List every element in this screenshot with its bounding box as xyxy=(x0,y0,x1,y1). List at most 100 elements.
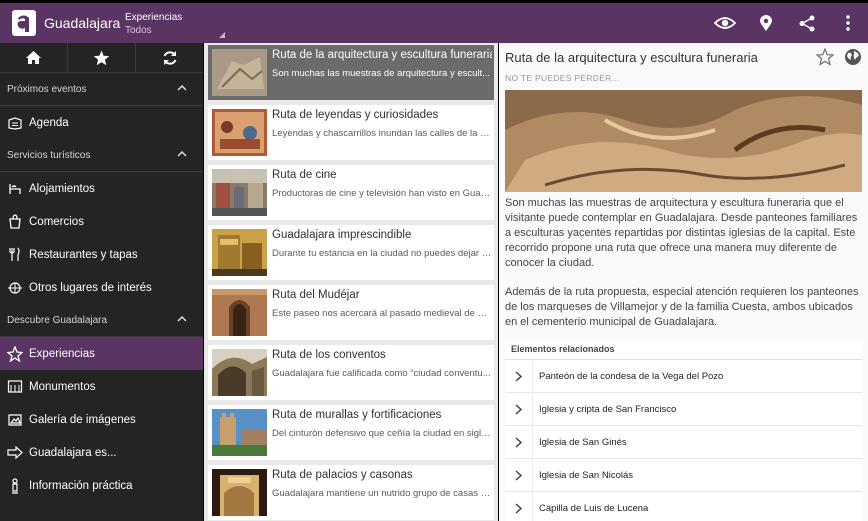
related-item[interactable]: Panteón de la condesa de la Vega del Poz… xyxy=(505,359,862,393)
route-thumbnail xyxy=(212,49,267,96)
drawer-item-other-places[interactable]: Otros lugares de interés xyxy=(0,271,203,304)
app-title: Guadalajara xyxy=(44,15,121,31)
detail-paragraph: Son muchas las muestras de arquitectura … xyxy=(505,197,858,269)
arrow-icon xyxy=(7,445,23,461)
route-subtitle: Guadalajara fue calificada como “ciudad … xyxy=(272,368,491,379)
monument-icon xyxy=(7,379,23,395)
list-item[interactable]: Ruta de leyendas y curiosidades Leyendas… xyxy=(208,105,494,160)
drawer-item-agenda[interactable]: Agenda xyxy=(0,106,203,139)
list-item[interactable]: Ruta de la arquitectura y escultura fune… xyxy=(208,45,494,100)
lodging-icon xyxy=(7,181,23,197)
share-icon[interactable] xyxy=(786,3,827,43)
more-vert-icon[interactable] xyxy=(827,3,868,43)
related-item-label: Iglesia y cripta de San Francisco xyxy=(539,403,677,415)
related-header: Elementos relacionados xyxy=(505,340,862,360)
home-tab[interactable] xyxy=(0,43,68,72)
category-label: Experiencias xyxy=(125,12,183,23)
route-title: Ruta de palacios y casonas xyxy=(272,469,413,481)
chevron-right-icon xyxy=(505,392,533,426)
related-item-label: Panteón de la condesa de la Vega del Poz… xyxy=(539,370,724,382)
drawer-item-guadalajara-es[interactable]: Guadalajara es... xyxy=(0,436,203,469)
shop-icon xyxy=(7,214,23,230)
spinner-indicator-icon xyxy=(219,32,225,38)
route-title: Ruta de cine xyxy=(272,169,337,181)
route-thumbnail xyxy=(212,169,267,216)
navigation-drawer: Próximos eventos Agenda Servicios turíst… xyxy=(0,43,203,521)
gallery-icon xyxy=(7,412,23,428)
drawer-item-label: Galería de imágenes xyxy=(29,413,136,426)
detail-paragraph: Además de la ruta propuesta, especial at… xyxy=(505,286,859,328)
drawer-item-experiences[interactable]: Experiencias xyxy=(0,337,203,370)
route-thumbnail xyxy=(212,109,267,156)
route-title: Ruta de murallas y fortificaciones xyxy=(272,409,442,421)
location-pin-icon[interactable] xyxy=(745,3,786,43)
chevron-right-icon xyxy=(505,491,533,521)
drawer-item-restaurants[interactable]: Restaurantes y tapas xyxy=(0,238,203,271)
route-title: Ruta del Mudéjar xyxy=(272,289,360,301)
related-item-label: Iglesia de San Ginés xyxy=(539,436,627,448)
route-title: Ruta de leyendas y curiosidades xyxy=(272,109,439,121)
detail-title: Ruta de la arquitectura y escultura fune… xyxy=(505,50,758,65)
category-value: Todos xyxy=(125,25,152,36)
star-icon xyxy=(93,50,110,65)
chevron-right-icon xyxy=(505,458,533,492)
related-item[interactable]: Iglesia de San Nicolás xyxy=(505,458,862,492)
list-item[interactable]: Ruta del Mudéjar Este paseo nos acercará… xyxy=(208,285,494,340)
drawer-item-gallery[interactable]: Galería de imágenes xyxy=(0,403,203,436)
detail-panel: Ruta de la arquitectura y escultura fune… xyxy=(499,43,868,521)
refresh-tab[interactable] xyxy=(136,43,203,72)
category-spinner[interactable]: Experiencias Todos xyxy=(125,6,225,40)
list-item[interactable]: Ruta de los conventos Guadalajara fue ca… xyxy=(208,345,494,400)
drawer-item-label: Monumentos xyxy=(29,380,96,393)
app-bar: Guadalajara Experiencias Todos xyxy=(0,3,868,43)
chevron-right-icon xyxy=(505,425,533,459)
routes-list: Ruta de la arquitectura y escultura fune… xyxy=(204,43,498,521)
favorite-star-icon[interactable] xyxy=(816,48,834,66)
section-header-discover[interactable]: Descubre Guadalajara xyxy=(0,304,203,337)
related-item[interactable]: Capilla de Luis de Lucena xyxy=(505,491,862,521)
route-thumbnail xyxy=(212,409,267,456)
route-subtitle: Este paseo nos acercará al pasado mediev… xyxy=(272,308,492,319)
route-subtitle: Son muchas las muestras de arquitectura … xyxy=(272,68,491,79)
drawer-item-label: Otros lugares de interés xyxy=(29,281,152,294)
chevron-up-icon xyxy=(177,151,187,157)
hero-image xyxy=(505,90,862,192)
section-label: Descubre Guadalajara xyxy=(7,314,108,326)
app-logo[interactable] xyxy=(12,10,36,36)
eye-icon[interactable] xyxy=(704,3,745,43)
drawer-item-label: Experiencias xyxy=(29,347,95,360)
drawer-item-lodging[interactable]: Alojamientos xyxy=(0,172,203,205)
list-item[interactable]: Ruta de palacios y casonas Guadalajara m… xyxy=(208,465,494,520)
section-header-services[interactable]: Servicios turísticos xyxy=(0,139,203,172)
route-subtitle: Durante tu estancia en la ciudad no pued… xyxy=(272,248,492,259)
favorites-tab[interactable] xyxy=(68,43,136,72)
route-subtitle: Leyendas y chascarrillos inundan las cal… xyxy=(272,128,492,139)
list-item[interactable]: Ruta de cine Productoras de cine y telev… xyxy=(208,165,494,220)
related-item-label: Capilla de Luis de Lucena xyxy=(539,502,649,514)
refresh-icon xyxy=(163,50,176,65)
related-item[interactable]: Iglesia y cripta de San Francisco xyxy=(505,392,862,426)
list-item[interactable]: Ruta de murallas y fortificaciones Del c… xyxy=(208,405,494,460)
drawer-item-label: Comercios xyxy=(29,215,84,228)
restaurant-icon xyxy=(7,247,23,263)
drawer-item-shops[interactable]: Comercios xyxy=(0,205,203,238)
route-thumbnail xyxy=(212,469,267,516)
route-title: Ruta de la arquitectura y escultura fune… xyxy=(272,49,492,61)
drawer-item-label: Agenda xyxy=(29,116,69,129)
detail-tagline: NO TE PUEDES PERDER... xyxy=(505,73,620,83)
home-icon xyxy=(26,51,41,64)
route-thumbnail xyxy=(212,289,267,336)
route-subtitle: Productoras de cine y televisión han vis… xyxy=(272,188,492,199)
globe-icon[interactable] xyxy=(844,48,862,66)
section-label: Próximos eventos xyxy=(7,83,87,95)
chevron-up-icon xyxy=(177,316,187,322)
agenda-icon xyxy=(7,115,23,131)
drawer-item-monuments[interactable]: Monumentos xyxy=(0,370,203,403)
section-header-events[interactable]: Próximos eventos xyxy=(0,73,203,106)
places-icon xyxy=(7,280,23,296)
related-item[interactable]: Iglesia de San Ginés xyxy=(505,425,862,459)
drawer-item-label: Guadalajara es... xyxy=(29,446,117,459)
route-thumbnail xyxy=(212,349,267,396)
list-item[interactable]: Guadalajara imprescindible Durante tu es… xyxy=(208,225,494,280)
drawer-item-practical-info[interactable]: Información práctica xyxy=(0,469,203,502)
